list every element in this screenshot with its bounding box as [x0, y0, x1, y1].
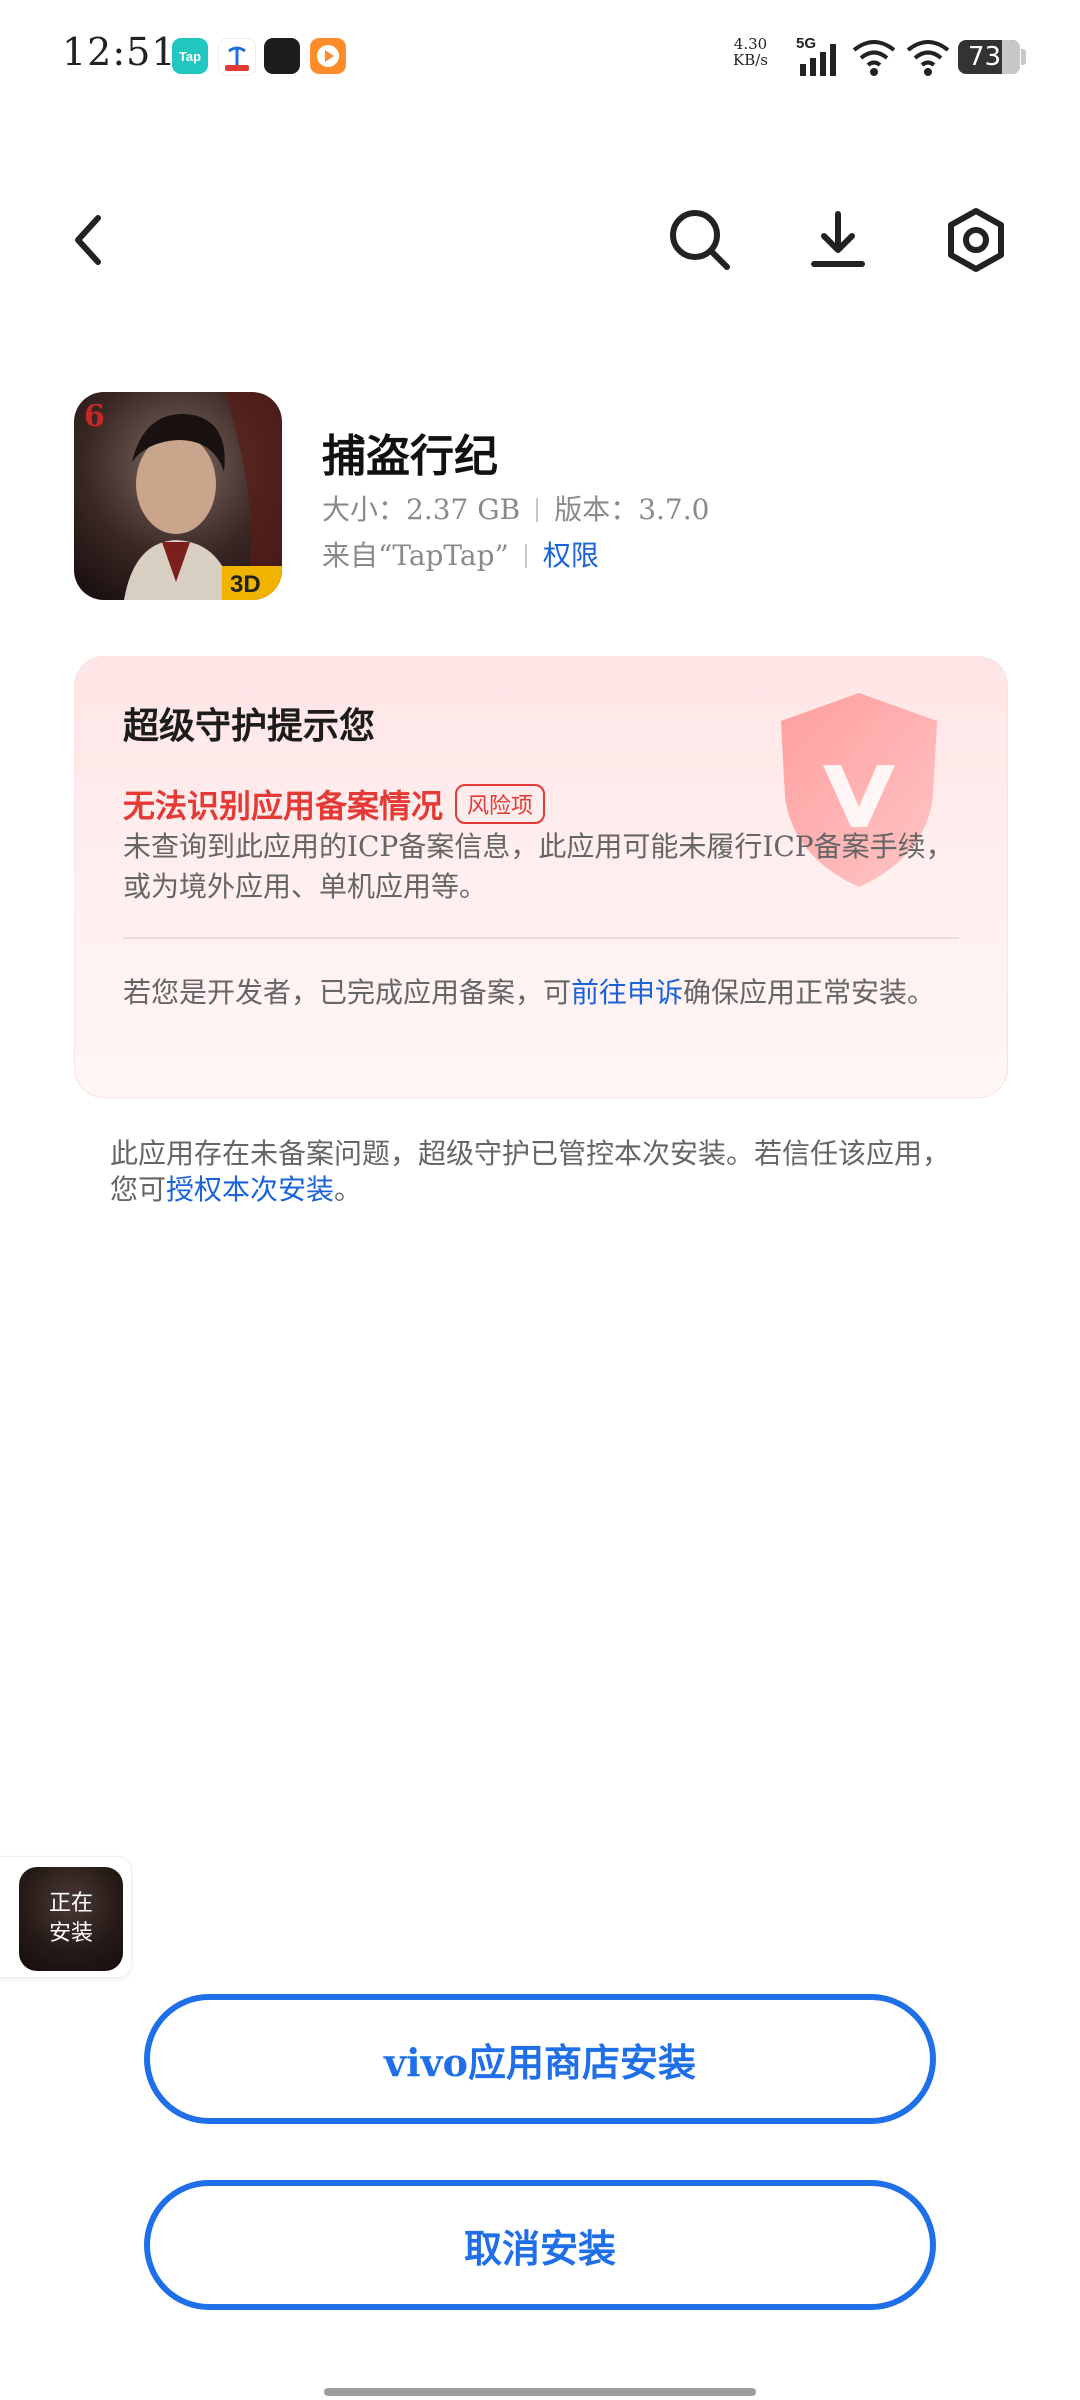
card-divider: [123, 937, 959, 939]
status-bar: 12:51 Tap 4.30 KB/s 5G 73: [0, 0, 1080, 112]
installing-label-line1: 正在: [48, 1891, 93, 1916]
app-size: 大小：2.37 GB: [322, 493, 521, 526]
net-speed-value: 4.30: [733, 35, 768, 53]
icon-badge-3d: 3D: [230, 571, 261, 598]
taptap-icon-label: Tap: [178, 48, 202, 64]
search-icon: [670, 210, 730, 270]
installing-thumbnail: 正在 安装: [19, 1867, 123, 1971]
back-button[interactable]: [48, 200, 128, 280]
appeal-link[interactable]: 前往申诉: [571, 976, 683, 1009]
settings-button[interactable]: [936, 200, 1016, 280]
app-size-version: 大小：2.37 GB 版本：3.7.0: [322, 488, 709, 528]
battery-indicator: 73: [958, 40, 1020, 74]
app-name: 捕盗行纪: [322, 431, 498, 482]
video-app-icon: [310, 38, 346, 74]
home-indicator[interactable]: [324, 2388, 756, 2396]
cellular-signal-icon: 5G: [796, 34, 842, 82]
svg-text:5G: 5G: [796, 35, 816, 52]
app-version: 版本：3.7.0: [554, 493, 710, 526]
super-guard-card: 超级守护提示您 无法识别应用备案情况 风险项 未查询到此应用的ICP备案信息，此应…: [74, 656, 1008, 1098]
divider: [524, 544, 527, 568]
divider: [536, 498, 539, 522]
icon-badge-top: 6: [84, 399, 105, 434]
app-icon: 6 3D: [74, 392, 282, 600]
dev-text-suffix: 确保应用正常安装。: [683, 976, 936, 1009]
net-speed-unit: KB/s: [733, 51, 768, 69]
chevron-left-icon: [75, 215, 101, 265]
vivo-store-install-button[interactable]: vivo应用商店安装: [144, 1994, 936, 2124]
battery-level: 73: [968, 42, 1002, 72]
search-button[interactable]: [660, 200, 740, 280]
risk-description: 未查询到此应用的ICP备案信息，此应用可能未履行ICP备案手续，或为境外应用、单…: [123, 830, 954, 903]
news-app-icon: [264, 38, 300, 74]
download-icon: [811, 211, 865, 267]
risk-title-text: 无法识别应用备案情况: [123, 787, 444, 825]
telecom-app-icon: [218, 38, 256, 76]
install-blocked-notice: 此应用存在未备案问题，超级守护已管控本次安装。若信任该应用，您可授权本次安装。: [110, 1136, 970, 1208]
guard-card-title: 超级守护提示您: [123, 705, 376, 747]
cancel-install-button[interactable]: 取消安装: [144, 2180, 936, 2310]
taptap-app-icon: Tap: [172, 38, 208, 74]
risk-badge: 风险项: [455, 784, 546, 824]
permissions-link[interactable]: 权限: [543, 539, 599, 572]
notice-suffix: 。: [334, 1173, 363, 1206]
risk-title: 无法识别应用备案情况 风险项: [123, 781, 546, 827]
installing-label-line2: 安装: [48, 1921, 93, 1946]
net-speed: 4.30 KB/s: [733, 36, 768, 68]
wifi-icon: [852, 34, 896, 82]
developer-appeal-text: 若您是开发者，已完成应用备案，可前往申诉确保应用正常安装。: [123, 975, 963, 1011]
app-source: 来自“TapTap”: [322, 539, 509, 572]
wifi-icon-2: [906, 34, 950, 82]
dev-text-prefix: 若您是开发者，已完成应用备案，可: [123, 976, 572, 1009]
download-manager-button[interactable]: [798, 200, 878, 280]
status-time: 12:51: [62, 30, 177, 74]
settings-icon: [948, 208, 1004, 272]
authorize-install-link[interactable]: 授权本次安装: [166, 1173, 334, 1206]
installing-floating-window[interactable]: 正在 安装: [0, 1856, 132, 1978]
app-source-row: 来自“TapTap” 权限: [322, 534, 599, 574]
